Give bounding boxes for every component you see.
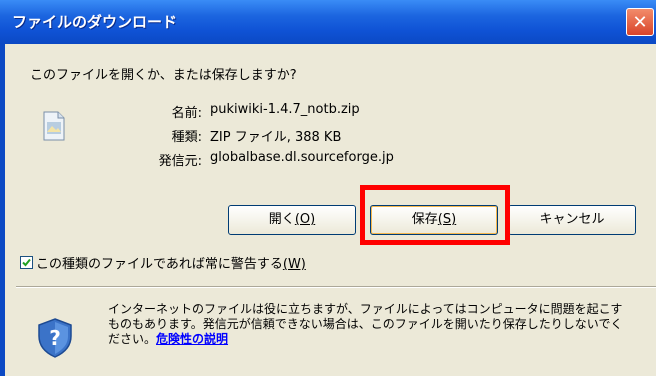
open-button-label: 開く	[268, 212, 295, 227]
type-value: ZIP ファイル, 388 KB	[210, 130, 342, 145]
shield-question-icon: ?	[36, 318, 74, 358]
download-question: このファイルを開くか、または保存しますか?	[30, 68, 297, 83]
always-warn-checkbox[interactable]	[20, 256, 33, 269]
save-button-highlight	[360, 185, 510, 245]
checkmark-icon	[22, 258, 31, 267]
name-label: 名前:	[171, 106, 202, 121]
separator	[16, 286, 656, 288]
open-button[interactable]: 開く(O)	[228, 205, 356, 235]
type-label: 種類:	[171, 130, 202, 145]
open-button-accesskey: (O)	[294, 212, 316, 227]
window-frame-left	[0, 44, 5, 376]
cancel-button-label: キャンセル	[539, 212, 605, 227]
window-title: ファイルのダウンロード	[12, 13, 178, 31]
always-warn-label[interactable]: この種類のファイルであれば常に警告する(W)	[36, 253, 306, 272]
security-warning: インターネットのファイルは役に立ちますが、ファイルによってはコンピュータに問題を…	[108, 302, 628, 347]
name-value: pukiwiki-1.4.7_notb.zip	[210, 102, 360, 117]
close-button[interactable]: ✕	[626, 8, 654, 36]
from-value: globalbase.dl.sourceforge.jp	[210, 150, 394, 165]
close-icon: ✕	[632, 12, 648, 33]
cancel-button[interactable]: キャンセル	[508, 205, 636, 235]
always-warn-accesskey: (W)	[282, 257, 306, 272]
svg-text:?: ?	[49, 326, 61, 350]
from-label: 発信元:	[158, 154, 202, 169]
title-bar[interactable]: ファイルのダウンロード ✕	[0, 0, 656, 44]
risk-explanation-link[interactable]: 危険性の説明	[156, 332, 228, 346]
